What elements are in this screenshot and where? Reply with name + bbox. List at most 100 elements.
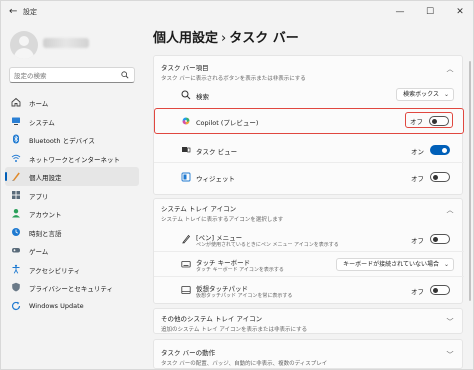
taskbar-behaviors-card[interactable]: タスク バーの動作 タスク バーの配置、バッジ、自動的に非表示、複数のディスプレ… bbox=[153, 339, 463, 369]
breadcrumb-parent[interactable]: 個人用設定 bbox=[153, 31, 218, 46]
widgets-label: ウィジェット bbox=[196, 175, 235, 183]
taskbar-behaviors-header: タスク バーの動作 タスク バーの配置、バッジ、自動的に非表示、複数のディスプレ… bbox=[161, 347, 327, 367]
sidebar-item-personalization[interactable]: 個人用設定 bbox=[5, 167, 139, 186]
copilot-toggle-highlight: オフ bbox=[405, 112, 453, 128]
copilot-row: Copilot (プレビュー) オフ bbox=[155, 110, 465, 132]
sidebar: ホーム システム Bluetooth とデバイス ネットワークとインターネット … bbox=[1, 23, 143, 369]
sidebar-item-accessibility[interactable]: アクセシビリティ bbox=[5, 260, 139, 279]
window-title: 設定 bbox=[23, 8, 37, 16]
sidebar-item-bluetooth[interactable]: Bluetooth とデバイス bbox=[5, 130, 139, 149]
sidebar-nav: ホーム システム Bluetooth とデバイス ネットワークとインターネット … bbox=[5, 93, 139, 315]
account-icon bbox=[12, 209, 20, 218]
pen-state: オフ bbox=[411, 237, 424, 245]
touch-keyboard-dropdown[interactable]: キーボードが接続されていない場合 ⌄ bbox=[336, 258, 454, 271]
copilot-label: Copilot (プレビュー) bbox=[196, 119, 259, 127]
sidebar-item-windows-update[interactable]: Windows Update bbox=[5, 297, 139, 316]
chevron-down-icon: ⌄ bbox=[443, 261, 449, 268]
title-bar: ← 設定 — ☐ ✕ bbox=[1, 1, 473, 23]
section-subtitle: システム トレイに表示するアイコンを選択します bbox=[161, 217, 284, 223]
widgets-icon bbox=[181, 172, 191, 182]
sidebar-item-apps[interactable]: アプリ bbox=[5, 186, 139, 205]
sidebar-item-home[interactable]: ホーム bbox=[5, 93, 139, 112]
back-arrow-icon[interactable]: ← bbox=[9, 6, 21, 18]
home-icon bbox=[11, 97, 21, 107]
page-title: 個人用設定 › タスク バー bbox=[153, 27, 299, 46]
breadcrumb-current: タスク バー bbox=[229, 31, 299, 46]
copilot-state: オフ bbox=[410, 118, 423, 126]
search-icon bbox=[181, 90, 191, 100]
minimize-button[interactable]: — bbox=[385, 1, 415, 23]
pen-sub: ペンが使用されているときにペン メニュー アイコンを表示する bbox=[196, 242, 339, 248]
section-title: その他のシステム トレイ アイコン bbox=[161, 315, 263, 323]
search-input[interactable] bbox=[14, 70, 114, 81]
other-tray-header: その他のシステム トレイ アイコン 追加のシステム トレイ アイコンを表示または… bbox=[161, 313, 307, 333]
accessibility-icon bbox=[12, 264, 20, 274]
section-title: システム トレイ アイコン bbox=[161, 205, 237, 213]
sidebar-item-network[interactable]: ネットワークとインターネット bbox=[5, 149, 139, 168]
search-label: 検索 bbox=[196, 93, 209, 101]
section-title: タスク バーの動作 bbox=[161, 349, 216, 357]
chevron-down-icon: ⌄ bbox=[443, 91, 449, 98]
other-tray-card[interactable]: その他のシステム トレイ アイコン 追加のシステム トレイ アイコンを表示または… bbox=[153, 308, 463, 334]
taskbar-items-card: タスク バー項目 タスク バーに表示されるボタンを表示または非表示にする ︿ 検… bbox=[153, 55, 464, 195]
pen-menu-row: [ペン] メニュー ペンが使用されているときにペン メニュー アイコンを表示する… bbox=[154, 228, 464, 250]
bluetooth-icon bbox=[13, 134, 19, 144]
chevron-up-icon[interactable]: ︿ bbox=[446, 65, 454, 73]
touchpad-icon bbox=[181, 286, 191, 294]
search-icon bbox=[121, 71, 129, 79]
copilot-icon bbox=[182, 117, 190, 125]
settings-window: ← 設定 — ☐ ✕ ホーム システム bbox=[0, 0, 474, 370]
sidebar-item-system[interactable]: システム bbox=[5, 112, 139, 131]
touch-keyboard-sub: タッチ キーボード アイコンを表示する bbox=[196, 267, 284, 273]
privacy-icon bbox=[12, 282, 20, 292]
time-language-icon bbox=[12, 227, 20, 236]
chevron-down-icon[interactable]: ﹀ bbox=[446, 351, 454, 359]
maximize-button[interactable]: ☐ bbox=[415, 1, 445, 23]
settings-search-box[interactable] bbox=[9, 67, 135, 83]
taskview-state: オン bbox=[411, 148, 424, 156]
avatar[interactable] bbox=[10, 31, 38, 59]
section-subtitle: タスク バーに表示されるボタンを表示または非表示にする bbox=[161, 76, 306, 82]
section-subtitle: 追加のシステム トレイ アイコンを表示または非表示にする bbox=[161, 327, 308, 333]
chevron-up-icon[interactable]: ︿ bbox=[446, 206, 454, 214]
pen-menu-toggle[interactable] bbox=[430, 234, 450, 244]
user-name-blurred bbox=[43, 38, 89, 48]
close-button[interactable]: ✕ bbox=[445, 1, 473, 23]
search-row: 検索 検索ボックス ⌄ bbox=[154, 84, 464, 106]
copilot-highlight: Copilot (プレビュー) オフ bbox=[154, 108, 464, 134]
copilot-toggle[interactable] bbox=[429, 115, 449, 126]
touchpad-sub: 仮想タッチパッド アイコンを常に表示する bbox=[196, 293, 293, 299]
pen-icon bbox=[182, 234, 191, 244]
keyboard-icon bbox=[181, 261, 191, 268]
search-mode-dropdown[interactable]: 検索ボックス ⌄ bbox=[396, 88, 454, 101]
task-view-icon bbox=[182, 147, 191, 153]
system-tray-header[interactable]: システム トレイ アイコン システム トレイに表示するアイコンを選択します bbox=[161, 203, 283, 223]
section-title: タスク バー項目 bbox=[161, 64, 209, 72]
scrollbar[interactable] bbox=[469, 61, 471, 301]
sidebar-item-accounts[interactable]: アカウント bbox=[5, 204, 139, 223]
touchpad-row: 仮想タッチパッド 仮想タッチパッド アイコンを常に表示する オフ bbox=[154, 279, 464, 301]
breadcrumb-separator: › bbox=[221, 31, 227, 46]
widgets-toggle[interactable] bbox=[430, 172, 450, 182]
taskbar-items-header[interactable]: タスク バー項目 タスク バーに表示されるボタンを表示または非表示にする bbox=[161, 62, 306, 82]
network-icon bbox=[11, 154, 21, 162]
sidebar-item-time-language[interactable]: 時刻と言語 bbox=[5, 223, 139, 242]
touchpad-toggle[interactable] bbox=[430, 285, 450, 295]
taskview-label: タスク ビュー bbox=[196, 148, 238, 156]
widgets-state: オフ bbox=[411, 175, 424, 183]
game-icon bbox=[12, 248, 20, 253]
chevron-down-icon[interactable]: ﹀ bbox=[446, 318, 454, 326]
section-subtitle: タスク バーの配置、バッジ、自動的に非表示、複数のディスプレイ bbox=[161, 361, 328, 367]
widgets-row: ウィジェット オフ bbox=[154, 166, 464, 188]
system-icon bbox=[12, 117, 20, 125]
update-icon bbox=[11, 301, 21, 310]
sidebar-item-privacy[interactable]: プライバシーとセキュリティ bbox=[5, 278, 139, 297]
system-tray-card: システム トレイ アイコン システム トレイに表示するアイコンを選択します ︿ … bbox=[153, 198, 464, 304]
apps-icon bbox=[12, 190, 20, 199]
touchpad-state: オフ bbox=[411, 288, 424, 296]
touch-keyboard-row: タッチ キーボード タッチ キーボード アイコンを表示する キーボードが接続され… bbox=[154, 253, 464, 275]
personalization-icon bbox=[12, 172, 20, 181]
taskview-toggle[interactable] bbox=[430, 145, 450, 155]
sidebar-item-gaming[interactable]: ゲーム bbox=[5, 241, 139, 260]
taskview-row: タスク ビュー オン bbox=[154, 139, 464, 161]
